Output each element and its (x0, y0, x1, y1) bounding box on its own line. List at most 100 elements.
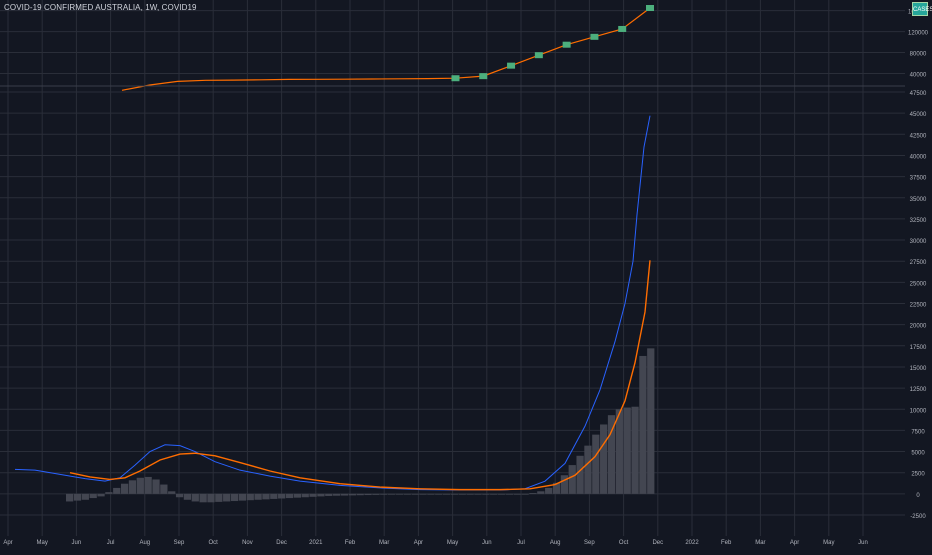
x-tick-label: Aug (550, 540, 561, 546)
histogram-bar (160, 484, 168, 494)
histogram-bar (120, 483, 129, 494)
histogram-bar (450, 493, 459, 495)
y-tick-label: 40000 (910, 73, 927, 79)
histogram-bar (419, 493, 427, 495)
histogram-bar (175, 493, 184, 498)
histogram-bar (380, 493, 388, 495)
y-tick-label: 10000 (910, 408, 927, 414)
histogram-bar (301, 493, 309, 498)
y-tick-label: 120000 (908, 31, 929, 37)
histogram-bar (482, 493, 490, 495)
histogram-bar (81, 493, 89, 500)
histogram-bar (427, 493, 435, 495)
x-tick-label: Aug (139, 540, 150, 546)
y-tick-label: 37500 (910, 176, 927, 182)
histogram-bar (262, 493, 270, 500)
histogram-bar (623, 407, 631, 494)
time-x-axis[interactable]: Apr May Jun Jul Aug Sep Oct Nov Dec 2021 Feb Mar Apr… (3, 540, 868, 546)
histogram-bar (317, 493, 325, 497)
histogram-bar (73, 493, 82, 501)
histogram-bar (230, 493, 239, 502)
y-tick-label: -2500 (910, 514, 926, 520)
orange-line (69, 260, 651, 491)
histogram-bar (285, 493, 294, 499)
histogram-bar (568, 465, 576, 494)
price-candle (534, 52, 543, 59)
x-tick-label: Jul (517, 540, 525, 546)
price-candle (590, 33, 599, 40)
histogram-bar (325, 493, 333, 496)
histogram-bar (458, 493, 466, 495)
histogram-bar (66, 493, 74, 502)
y-tick-label: 45000 (910, 112, 927, 118)
histogram-bar (576, 455, 584, 494)
x-tick-label: May (447, 540, 458, 546)
x-tick-label: 2021 (309, 540, 323, 546)
histogram-bar (403, 493, 411, 495)
histogram-bar (270, 493, 278, 499)
histogram-bar (333, 493, 341, 496)
histogram-bar (152, 479, 160, 494)
x-tick-label: Sep (584, 540, 595, 546)
histogram-bar (600, 424, 608, 494)
y-tick-label: 17500 (910, 345, 927, 351)
histogram-bar (144, 476, 152, 494)
chart-root[interactable]: 4000080000120000160000 47500 45000 42500 40… (0, 0, 932, 550)
histogram-bar (136, 477, 144, 494)
histogram-bar (356, 493, 364, 496)
histogram-bar (442, 493, 451, 495)
x-tick-label: Mar (755, 540, 765, 546)
x-tick-label: Jun (858, 540, 868, 546)
y-tick-label: 35000 (910, 197, 927, 203)
chart-title: COVID-19 CONFIRMED AUSTRALIA, 1W, COVID1… (4, 3, 197, 12)
histogram-bar (223, 493, 231, 502)
y-tick-label: 42500 (910, 133, 927, 139)
histogram-bar (560, 475, 569, 494)
y-tick-label: 20000 (910, 324, 927, 330)
histogram-bar (490, 493, 498, 495)
histogram-bar (615, 409, 623, 494)
y-tick-label: 47500 (910, 91, 927, 97)
x-tick-label: May (37, 540, 48, 546)
y-tick-label: 15000 (910, 366, 927, 372)
y-tick-label: 2500 (911, 472, 925, 478)
cases-badge[interactable]: CASES (912, 2, 932, 16)
y-tick-label: 27500 (910, 260, 927, 266)
price-candle (562, 41, 571, 48)
histogram-bar (545, 487, 553, 494)
histogram-bar (113, 487, 121, 494)
histogram-bar (254, 493, 262, 500)
x-tick-label: Feb (721, 540, 732, 546)
price-y-axis[interactable]: 4000080000120000160000 (908, 10, 929, 79)
x-tick-label: Apr (790, 540, 799, 546)
y-tick-label: 32500 (910, 218, 927, 224)
x-tick-label: Feb (345, 540, 356, 546)
chart-canvas[interactable]: 4000080000120000160000 47500 45000 42500 40… (0, 0, 932, 550)
price-candle (507, 62, 516, 69)
indicator-y-axis[interactable]: 47500 45000 42500 40000 37500 35000 32500 30000… (910, 91, 927, 520)
y-tick-label: 5000 (911, 451, 925, 457)
histogram-bar (521, 493, 529, 495)
histogram-bar (474, 493, 482, 495)
histogram-bar (537, 491, 545, 494)
histogram-bar (89, 493, 97, 499)
histogram-bar (592, 434, 600, 494)
histogram-bar (372, 493, 380, 495)
histogram-bar (128, 480, 137, 494)
histogram-bar (191, 493, 199, 502)
histogram-bar (435, 493, 443, 495)
y-tick-label: 0 (916, 493, 920, 499)
x-tick-label: 2022 (685, 540, 699, 546)
y-tick-label: 7500 (911, 429, 925, 435)
x-tick-label: Oct (209, 540, 219, 546)
histogram-bar (513, 493, 521, 495)
histogram-bar (505, 493, 514, 495)
histogram-bar (584, 445, 592, 494)
price-pane[interactable] (121, 5, 654, 91)
histogram-bar (309, 493, 317, 497)
x-tick-label: Jun (72, 540, 82, 546)
price-line (121, 7, 651, 91)
histogram-bar (348, 493, 356, 496)
histogram-bar (395, 493, 404, 495)
price-candle (646, 5, 654, 11)
